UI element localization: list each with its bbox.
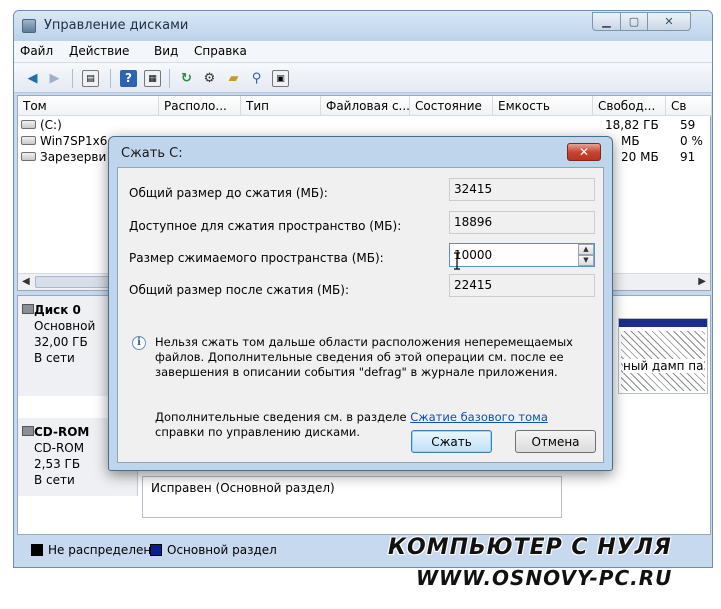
shrink-amount-input[interactable] xyxy=(449,243,595,267)
primary-swatch xyxy=(150,544,162,556)
toolbar-separator xyxy=(110,69,111,88)
size-after-label: Общий размер после сжатия (МБ): xyxy=(129,283,350,297)
available-space-label: Доступное для сжатия пространство (МБ): xyxy=(129,219,402,233)
column-header-capacity[interactable]: Емкость xyxy=(493,96,593,116)
disk-status: В сети xyxy=(34,473,75,487)
toolbar-separator xyxy=(169,69,170,88)
maximize-button[interactable]: ▢ xyxy=(620,12,648,31)
column-header-volume[interactable]: Том xyxy=(18,96,159,116)
settings-icon[interactable]: ⚙ xyxy=(201,70,218,87)
column-header-filesystem[interactable]: Файловая с... xyxy=(321,96,410,116)
volume-icon xyxy=(21,120,36,129)
menu-bar: Файл Действие Вид Справка xyxy=(14,41,712,63)
refresh-icon[interactable]: ↻ xyxy=(178,70,195,87)
shrink-amount-label: Размер сжимаемого пространства (МБ): xyxy=(129,251,384,265)
watermark-url: WWW.OSNOVY-PC.RU xyxy=(416,566,673,590)
legend-primary: Основной раздел xyxy=(167,543,277,557)
partition-header xyxy=(619,319,707,327)
size-after-value: 22415 xyxy=(449,274,595,297)
dialog-close-button[interactable]: ✕ xyxy=(567,143,601,161)
toolbar: ◀ ▶ ▤ ? ▦ ↻ ⚙ ▰ ⚲ ▣ xyxy=(14,63,712,93)
cd-rom-icon xyxy=(22,426,34,436)
legend-unallocated: Не распределен xyxy=(48,543,152,557)
column-header-status[interactable]: Состояние xyxy=(410,96,493,116)
toolbar-separator xyxy=(72,69,73,88)
console-tree-icon[interactable]: ▤ xyxy=(82,70,99,87)
title-bar: Управление дисками ▁ ▢ ✕ xyxy=(14,11,712,41)
volume-free: 18,82 ГБ xyxy=(605,118,659,132)
hard-disk-icon xyxy=(22,304,34,314)
info-message: Нельзя сжать том дальше области располож… xyxy=(155,335,573,379)
volume-free: 20 МБ xyxy=(621,150,659,164)
volume-icon xyxy=(21,152,36,161)
forward-arrow-icon[interactable]: ▶ xyxy=(46,70,63,87)
close-window-button[interactable]: ✕ xyxy=(647,12,691,31)
total-size-label: Общий размер до сжатия (МБ): xyxy=(129,186,328,200)
total-size-value: 32415 xyxy=(449,178,595,201)
back-arrow-icon[interactable]: ◀ xyxy=(24,70,41,87)
shrink-dialog: Сжать C: ✕ Общий размер до сжатия (МБ): … xyxy=(108,136,613,471)
shrink-button[interactable]: Сжать xyxy=(411,430,492,453)
cdrom-partition[interactable]: Исправен (Основной раздел) xyxy=(142,476,562,518)
menu-view[interactable]: Вид xyxy=(154,44,178,58)
cancel-button[interactable]: Отмена xyxy=(515,430,596,453)
volume-icon xyxy=(21,136,36,145)
volume-name[interactable]: Win7SP1x6 xyxy=(40,134,107,148)
spin-down-arrow-icon[interactable]: ▼ xyxy=(578,255,594,266)
partition-label: ный дамп па xyxy=(623,359,704,373)
info-icon: i xyxy=(132,336,146,350)
column-header-type[interactable]: Тип xyxy=(241,96,321,116)
available-space-value: 18896 xyxy=(449,211,595,234)
column-header-layout[interactable]: Располо... xyxy=(159,96,241,116)
properties-icon[interactable]: ▦ xyxy=(144,70,161,87)
volume-free-pct: 59 xyxy=(680,118,696,132)
volume-name[interactable]: (C:) xyxy=(40,118,62,132)
unallocated-swatch xyxy=(31,544,43,556)
help-icon[interactable]: ? xyxy=(120,70,137,87)
dialog-body: Общий размер до сжатия (МБ): 32415 Досту… xyxy=(117,167,604,463)
scroll-right-icon[interactable]: ▶ xyxy=(698,276,706,287)
volume-free: МБ xyxy=(621,134,640,148)
volume-free-pct: 91 xyxy=(680,150,696,164)
help-reference-prefix: Дополнительные сведения см. в разделе xyxy=(155,410,411,424)
partition-block[interactable]: ный дамп па xyxy=(618,318,708,394)
partition-label: Исправен (Основной раздел) xyxy=(151,481,335,495)
properties-sheet-icon[interactable]: ▣ xyxy=(272,70,289,87)
open-folder-icon[interactable]: ▰ xyxy=(225,70,242,87)
menu-help[interactable]: Справка xyxy=(194,44,247,58)
column-header-free-pct[interactable]: Св xyxy=(666,96,712,116)
volume-free-pct: 0 % xyxy=(680,134,703,148)
text-cursor-icon xyxy=(454,252,460,270)
search-icon[interactable]: ⚲ xyxy=(248,70,265,87)
scroll-left-icon[interactable]: ◀ xyxy=(22,276,30,287)
menu-action[interactable]: Действие xyxy=(69,44,129,58)
spin-up-arrow-icon[interactable]: ▲ xyxy=(578,244,594,255)
minimize-button[interactable]: ▁ xyxy=(592,12,621,31)
disk-management-app-icon xyxy=(22,19,36,33)
dialog-title: Сжать C: xyxy=(121,146,183,161)
help-reference-suffix: справки по управлению дисками. xyxy=(155,425,361,439)
window-title: Управление дисками xyxy=(44,18,189,33)
watermark-title: КОМПЬЮТЕР С НУЛЯ xyxy=(388,535,672,560)
menu-file[interactable]: Файл xyxy=(20,44,53,58)
volume-name[interactable]: Зарезерви xyxy=(40,150,106,164)
column-header-free[interactable]: Свобод... xyxy=(593,96,666,116)
help-link[interactable]: Сжатие базового тома xyxy=(410,410,548,424)
